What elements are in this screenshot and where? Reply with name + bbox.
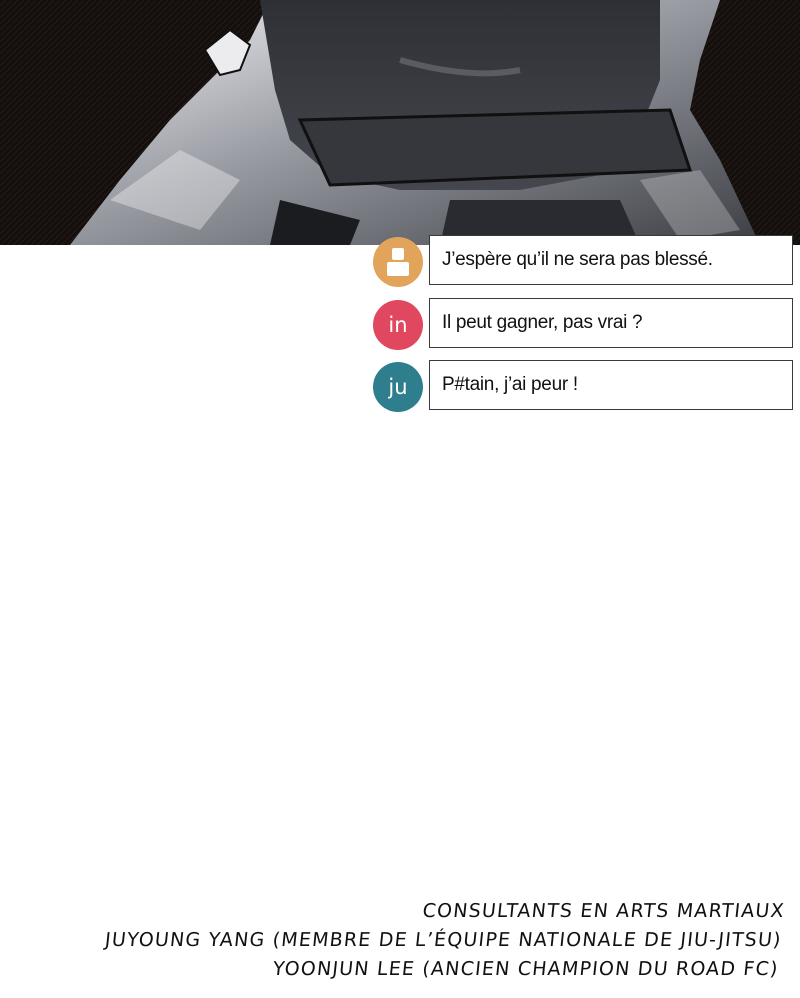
credits-line: YOONJUN LEE (ANCIEN CHAMPION DU ROAD FC) [272,958,781,980]
avatar: in [373,300,423,350]
chat-message: ju P#tain, j’ai peur ! [373,360,795,412]
credits-block: CONSULTANTS EN ARTS MARTIAUX JUYOUNG YAN… [101,897,787,984]
credits-line: JUYOUNG YANG (MEMBRE DE L’ÉQUIPE NATIONA… [104,929,784,951]
avatar: ju [373,362,423,412]
avatar [373,237,423,287]
chat-bubble: Il peut gagner, pas vrai ? [429,298,793,348]
chat-bubble: P#tain, j’ai peur ! [429,360,793,410]
chat-bubble: J’espère qu’il ne sera pas blessé. [429,235,793,285]
person-icon [387,248,409,276]
figure-close-up-illustration [0,0,800,245]
credits-line: CONSULTANTS EN ARTS MARTIAUX [421,900,787,922]
chat-message: J’espère qu’il ne sera pas blessé. [373,235,795,287]
chat-message: in Il peut gagner, pas vrai ? [373,298,795,350]
comic-panel [0,0,800,245]
